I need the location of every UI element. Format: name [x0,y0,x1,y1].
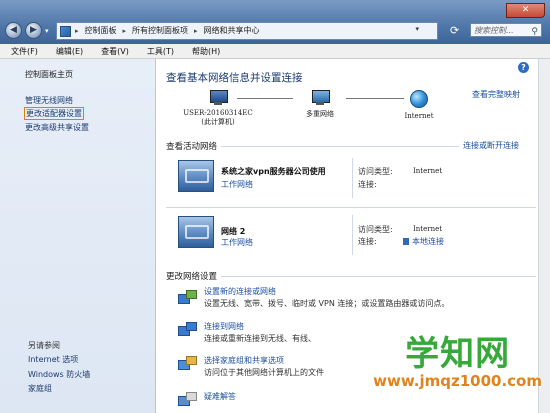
search-icon[interactable]: ⚲ [531,25,538,39]
new-connection-icon [178,290,197,306]
watermark-title: 学知网 [405,334,511,374]
forward-button[interactable]: ▶ [25,22,42,39]
map-multiple-networks: 多重网络 [290,90,350,119]
view-full-map-link[interactable]: 查看完整映射 [472,89,520,100]
task-connect-network[interactable]: 连接到网络 [204,321,244,332]
connections-label: 连接: [358,237,377,246]
lan-icon [403,238,409,245]
globe-icon [410,90,428,108]
map-line [237,98,293,99]
connect-network-icon [178,322,197,338]
sidebar-item-homegroup[interactable]: 家庭组 [28,383,52,394]
map-computer: USER-20160314EC (此计算机) [183,90,253,127]
task-setup-connection[interactable]: 设置新的连接或网络 [204,286,276,297]
task-troubleshoot[interactable]: 疑难解答 [204,391,236,402]
network-bench-icon [178,216,214,248]
menu-tools[interactable]: 工具(T) [136,44,181,58]
network-type-link[interactable]: 工作网络 [221,179,253,190]
access-type-value: Internet [413,225,443,233]
sidebar-item-advanced-sharing[interactable]: 更改高级共享设置 [25,122,89,133]
menu-view[interactable]: 查看(V) [90,44,136,58]
divider [352,215,353,255]
connections-label: 连接: [358,180,377,189]
address-bar[interactable]: ▸ 控制面板 ▸ 所有控制面板项 ▸ 网络和共享中心 ▾ [56,22,438,40]
menu-help[interactable]: 帮助(H) [181,44,227,58]
task-homegroup[interactable]: 选择家庭组和共享选项 [204,355,284,366]
computer-sub: (此计算机) [201,118,235,126]
breadcrumb-control-panel[interactable]: 控制面板 [85,25,117,36]
refresh-icon[interactable]: ⟳ [450,24,459,37]
watermark: 学知网 www.jmqz1000.com [373,336,542,390]
see-also-title: 另请参阅 [28,341,60,350]
search-input[interactable]: 搜索控制... ⚲ [470,23,542,37]
homegroup-icon [178,356,197,372]
map-internet: Internet [395,90,443,120]
search-placeholder: 搜索控制... [474,26,514,35]
network-bench-icon [178,160,214,192]
back-button[interactable]: ◀ [5,22,22,39]
computer-icon [207,90,229,106]
multiple-networks-label: 多重网络 [306,110,334,118]
computer-name: USER-20160314EC [183,109,253,117]
task-desc: 连接或重新连接到无线、有线、 [204,334,316,343]
divider [221,146,459,147]
sidebar-item-manage-wireless[interactable]: 管理无线网络 [25,95,73,106]
breadcrumb: ▸ 控制面板 ▸ 所有控制面板项 ▸ 网络和共享中心 [75,25,260,36]
network-bench-icon [309,90,331,106]
sidebar-item-internet-options[interactable]: Internet 选项 [28,354,78,365]
local-connection-label: 本地连接 [412,237,444,246]
breadcrumb-network-center[interactable]: 网络和共享中心 [204,25,260,36]
connect-disconnect-link[interactable]: 连接或断开连接 [463,140,519,151]
change-settings-title: 更改网络设置 [166,272,218,282]
sidebar-item-firewall[interactable]: Windows 防火墙 [28,369,90,380]
control-panel-icon [60,26,71,37]
chevron-right-icon[interactable]: ▸ [75,27,79,35]
menu-bar: 文件(F) 编辑(E) 查看(V) 工具(T) 帮助(H) [0,44,550,59]
close-button[interactable]: ✕ [506,3,545,18]
chevron-down-icon[interactable]: ▾ [415,25,419,33]
watermark-url: www.jmqz1000.com [373,372,542,390]
troubleshoot-icon [178,392,197,408]
menu-file[interactable]: 文件(F) [0,44,45,58]
help-icon[interactable]: ? [518,62,529,73]
access-type-value: Internet [413,167,443,175]
access-type-label: 访问类型: [358,225,393,234]
sidebar-item-change-adapter[interactable]: 更改适配器设置 [24,107,84,120]
chevron-right-icon[interactable]: ▸ [194,27,198,35]
chevron-right-icon[interactable]: ▸ [123,27,127,35]
divider [166,207,536,208]
task-desc: 设置无线、宽带、拨号、临时或 VPN 连接；或设置路由器或访问点。 [204,299,450,308]
page-title: 查看基本网络信息并设置连接 [166,72,303,84]
local-connection-link[interactable]: 本地连接 [403,236,444,247]
network-name: 系统之家vpn服务器公司使用 [221,167,326,176]
sidebar-item-home[interactable]: 控制面板主页 [25,69,73,80]
divider [221,276,536,277]
network-type-link[interactable]: 工作网络 [221,237,253,248]
divider [352,158,353,198]
access-type-label: 访问类型: [358,167,393,176]
network-name: 网络 2 [221,227,246,236]
internet-label: Internet [404,112,434,120]
recent-pages-dropdown-icon[interactable]: ▾ [45,27,49,35]
task-desc: 访问位于其他网络计算机上的文件 [204,368,324,377]
active-networks-title: 查看活动网络 [166,142,218,152]
menu-edit[interactable]: 编辑(E) [45,44,90,58]
breadcrumb-all-items[interactable]: 所有控制面板项 [132,25,188,36]
